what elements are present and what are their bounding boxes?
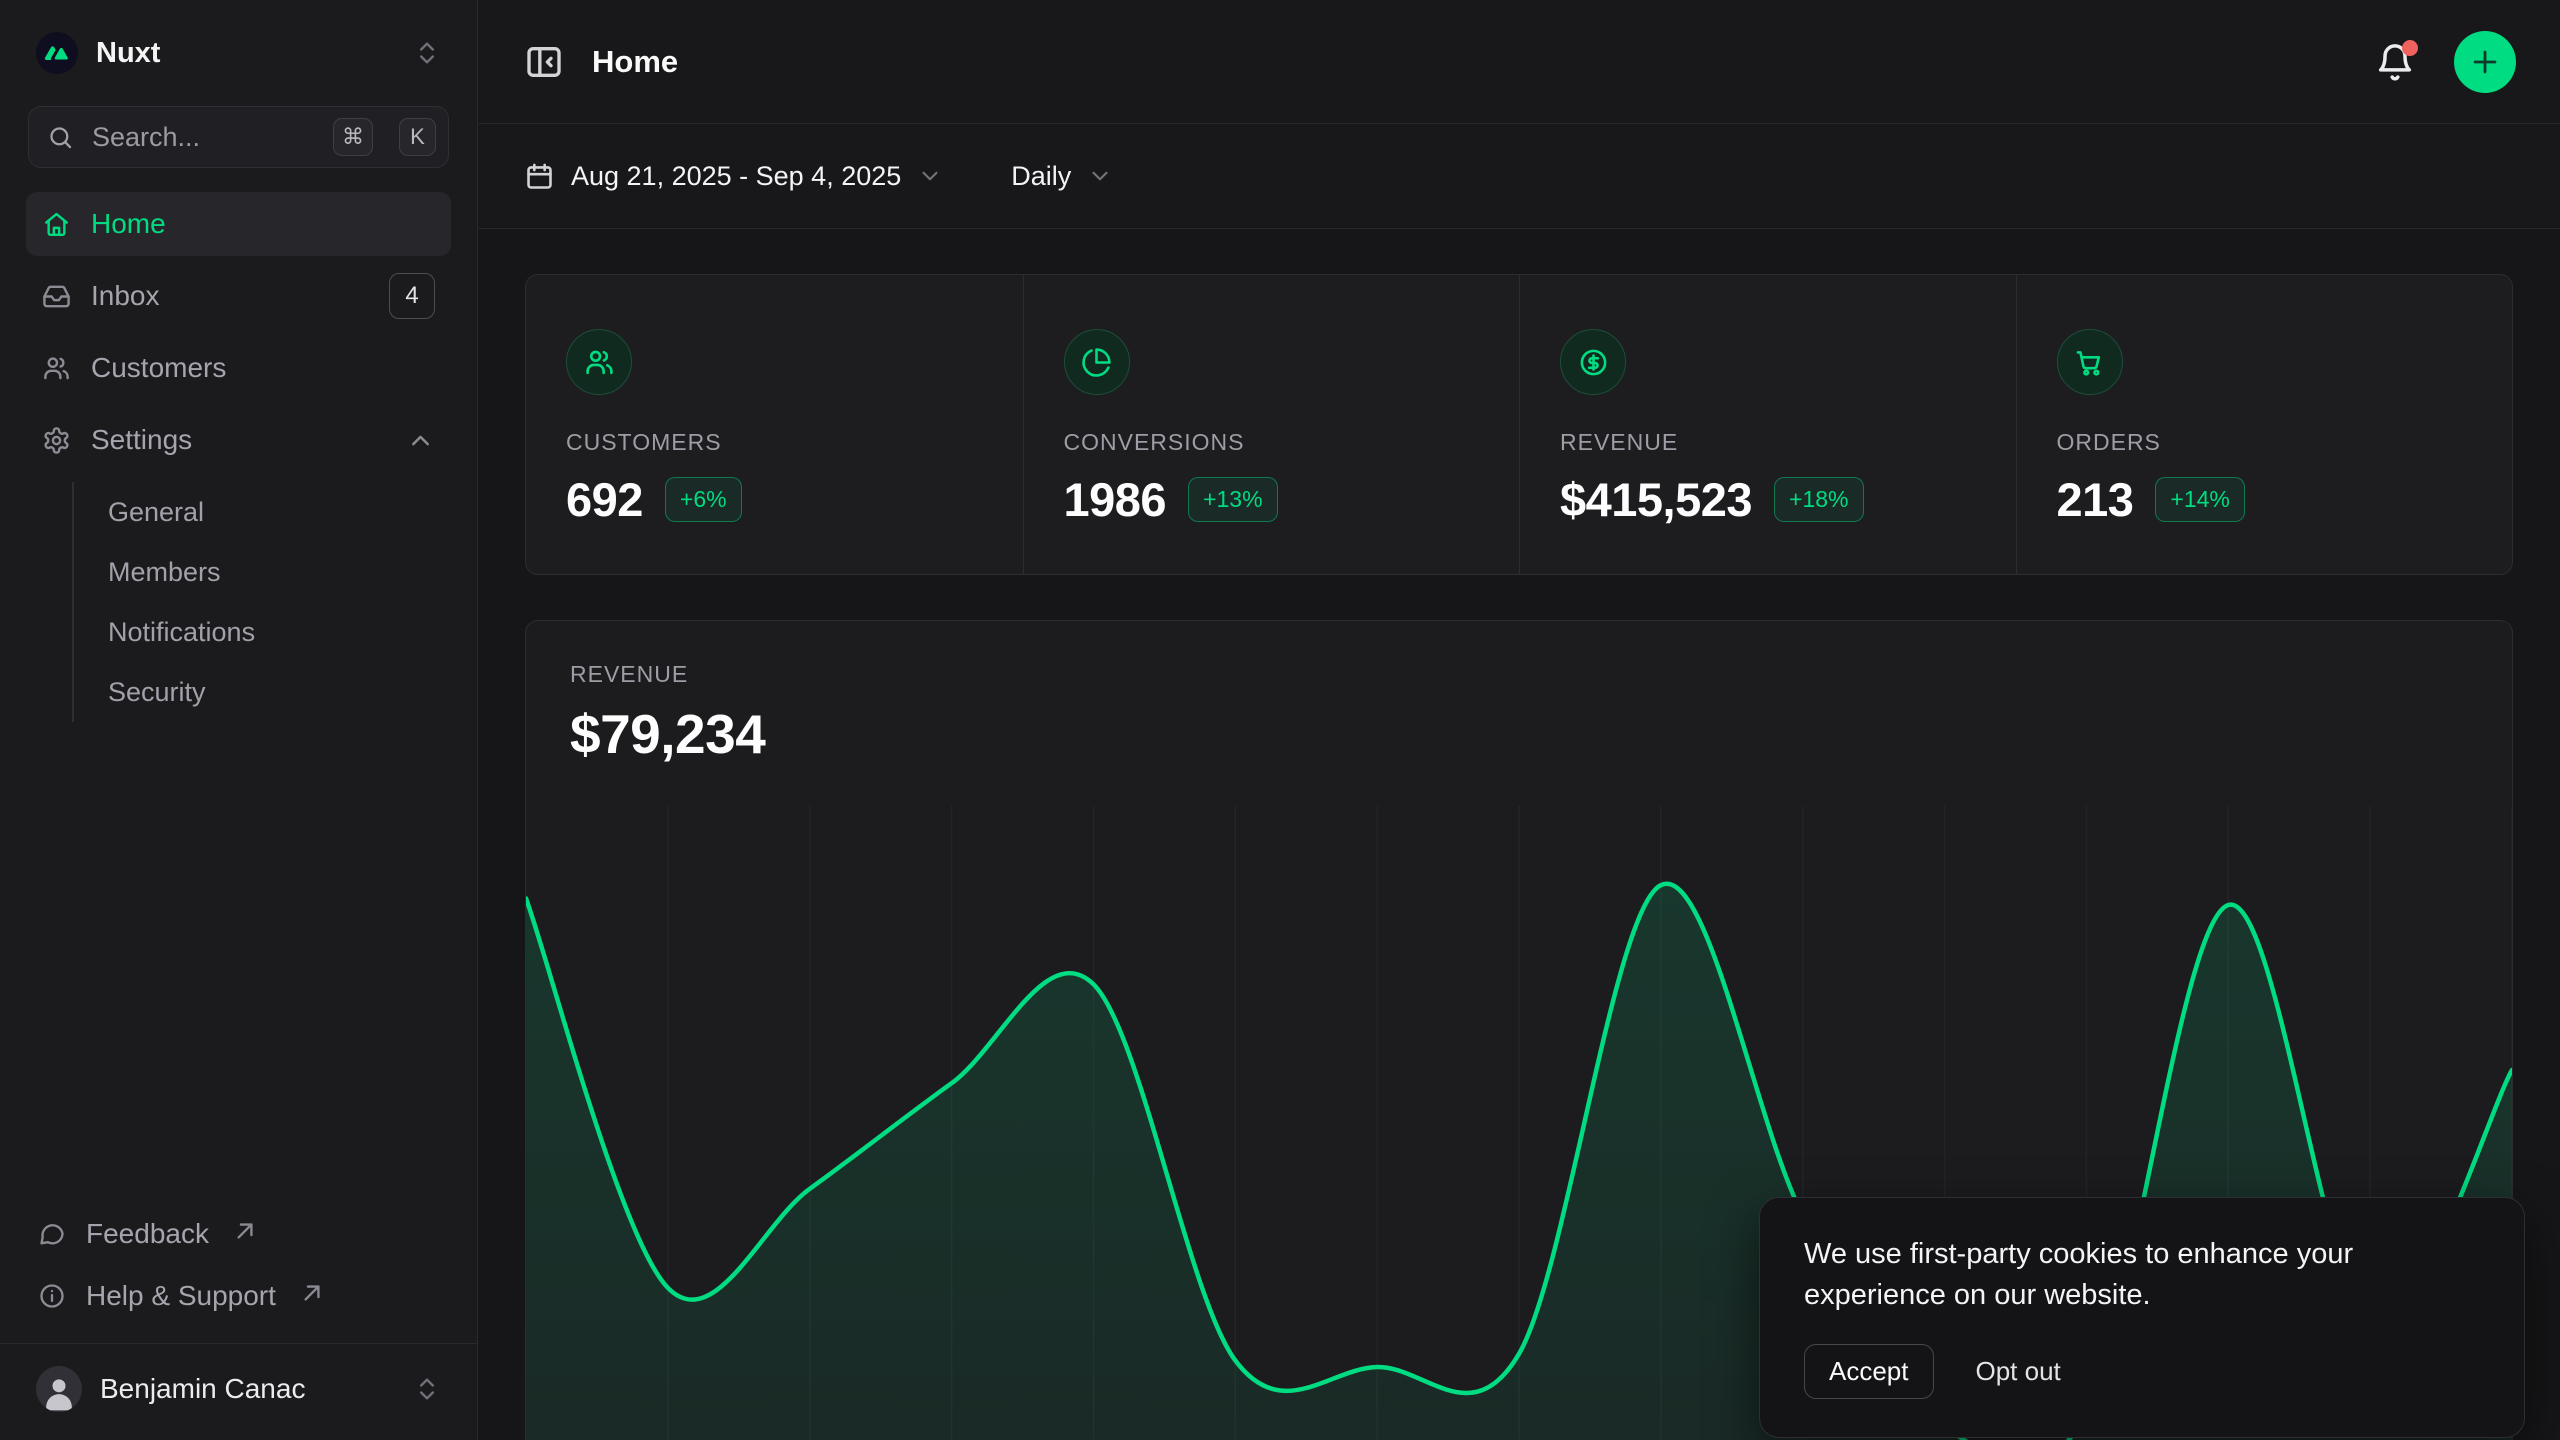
sidebar-item-general[interactable]: General [74,482,451,542]
calendar-icon [524,161,555,192]
nuxt-logo-icon [36,32,78,74]
stat-label: CUSTOMERS [566,429,983,456]
date-range-picker[interactable]: Aug 21, 2025 - Sep 4, 2025 [524,161,943,192]
granularity-select[interactable]: Daily [1011,161,1113,192]
sidebar-item-security[interactable]: Security [74,662,451,722]
dollar-circle-icon [1560,329,1626,395]
sidebar-item-home[interactable]: Home [26,192,451,256]
add-button[interactable] [2454,31,2516,93]
stat-conversions[interactable]: CONVERSIONS 1986 +13% [1023,275,1520,574]
sidebar-item-members[interactable]: Members [74,542,451,602]
users-icon [566,329,632,395]
sidebar-item-customers[interactable]: Customers [26,336,451,400]
notifications-button[interactable] [2374,41,2416,83]
date-range-value: Aug 21, 2025 - Sep 4, 2025 [571,161,901,192]
message-icon [38,1220,66,1248]
chevron-down-icon [917,163,943,189]
cart-icon [2057,329,2123,395]
workspace-name: Nuxt [96,37,395,70]
stat-orders[interactable]: ORDERS 213 +14% [2016,275,2513,574]
sidebar-toggle-button[interactable] [524,42,564,82]
stat-value: 213 [2057,472,2134,527]
chevron-up-icon [406,426,435,455]
sidebar-item-inbox[interactable]: Inbox 4 [26,264,451,328]
avatar [36,1366,82,1412]
filters-toolbar: Aug 21, 2025 - Sep 4, 2025 Daily [478,124,2560,229]
chevrons-up-down-icon[interactable] [413,39,441,67]
stat-label: REVENUE [1560,429,1976,456]
chevron-down-icon [1087,163,1113,189]
revenue-panel-label: REVENUE [570,661,2468,688]
page-title: Home [592,44,678,80]
pie-chart-icon [1064,329,1130,395]
stats-card-group: CUSTOMERS 692 +6% CONVERSIONS 1986 +13% … [525,274,2513,575]
stat-delta-badge: +6% [665,477,742,522]
stat-value: 692 [566,472,643,527]
plus-icon [2468,45,2502,79]
sidebar-item-notifications[interactable]: Notifications [74,602,451,662]
kbd-k: K [399,118,436,156]
stat-value: $415,523 [1560,472,1752,527]
cookie-message: We use first-party cookies to enhance yo… [1804,1234,2480,1316]
help-support-link[interactable]: Help & Support [26,1265,451,1327]
optout-cookies-button[interactable]: Opt out [1976,1356,2061,1387]
arrow-up-right-icon [231,1217,259,1245]
gear-icon [42,426,71,455]
sidebar-item-label: Settings [91,424,386,456]
top-header: Home [478,0,2560,124]
workspace-switcher[interactable]: Nuxt [26,26,451,80]
stat-delta-badge: +18% [1774,477,1863,522]
kbd-meta: ⌘ [333,118,373,156]
stat-value: 1986 [1064,472,1167,527]
cookie-consent-banner: We use first-party cookies to enhance yo… [1759,1197,2525,1438]
sidebar-item-settings[interactable]: Settings [26,408,451,472]
sidebar-footer: Feedback Help & Support Benjamin Canac [26,1203,451,1418]
feedback-label: Feedback [86,1218,209,1250]
stat-label: ORDERS [2057,429,2473,456]
sidebar-item-label: Inbox [91,280,369,312]
revenue-panel-value: $79,234 [570,702,2468,766]
search-input[interactable]: Search... ⌘ K [28,106,449,168]
header-actions [2374,31,2516,93]
inbox-count-badge: 4 [389,273,435,319]
stat-label: CONVERSIONS [1064,429,1480,456]
sidebar-item-label: Home [91,208,435,240]
sidebar: Nuxt Search... ⌘ K Home Inbox 4 Customer… [0,0,478,1440]
notification-dot [2402,40,2418,56]
sidebar-nav: Home Inbox 4 Customers Settings General … [26,192,451,730]
stat-revenue[interactable]: REVENUE $415,523 +18% [1519,275,2016,574]
arrow-up-right-icon [298,1279,326,1307]
inbox-icon [42,282,71,311]
user-menu[interactable]: Benjamin Canac [26,1344,451,1418]
search-icon [47,124,74,151]
sidebar-item-label: Customers [91,352,435,384]
settings-sub-list: General Members Notifications Security [72,482,451,722]
accept-cookies-button[interactable]: Accept [1804,1344,1934,1399]
feedback-link[interactable]: Feedback [26,1203,451,1265]
user-name: Benjamin Canac [100,1373,395,1405]
info-icon [38,1282,66,1310]
stat-delta-badge: +14% [2155,477,2244,522]
search-placeholder: Search... [92,122,315,153]
granularity-value: Daily [1011,161,1071,192]
home-icon [42,210,71,239]
users-icon [42,354,71,383]
stat-customers[interactable]: CUSTOMERS 692 +6% [526,275,1023,574]
help-support-label: Help & Support [86,1280,276,1312]
chevrons-up-down-icon [413,1375,441,1403]
stat-delta-badge: +13% [1188,477,1277,522]
